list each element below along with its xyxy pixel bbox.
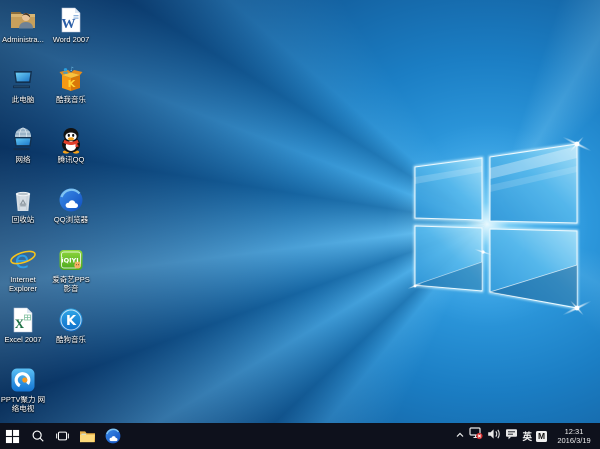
qq-browser-taskbar-button[interactable] [100, 423, 125, 449]
network-alert-tray-button[interactable] [469, 423, 483, 449]
ime-mode-icon: M [536, 431, 547, 442]
volume-tray-button[interactable] [487, 423, 501, 449]
monitor-red-x-icon [469, 427, 483, 445]
icon-label: Word 2007 [53, 35, 90, 44]
desktop-icon-excel-2007[interactable]: X Excel 2007 [0, 304, 46, 364]
desktop-icon-iqiyi-pps[interactable]: iQIYI 爱奇艺PPS 影音 [48, 244, 94, 304]
desktop-icon-network[interactable]: 网络 [0, 124, 46, 184]
svg-text:K: K [66, 314, 77, 329]
qq-browser-icon [104, 427, 122, 445]
svg-text:K: K [68, 79, 77, 90]
svg-text:X: X [15, 316, 25, 331]
icon-label: 酷我音乐 [56, 95, 86, 104]
desktop-icon-pptv[interactable]: PPTV聚力 网络电视 [0, 364, 46, 424]
iqiyi-icon: iQIYI [57, 246, 85, 274]
desktop-icon-qq-browser[interactable]: QQ浏览器 [48, 184, 94, 244]
desktop-icon-word-2007[interactable]: W Word 2007 [48, 4, 94, 64]
icon-label: QQ浏览器 [54, 215, 88, 224]
kugou-icon: K [57, 306, 85, 334]
icon-label: Internet Explorer [0, 275, 46, 293]
ie-icon: e [9, 246, 37, 274]
flare-bottom-right [562, 300, 592, 317]
kuwo-box-icon: K ♪ [57, 66, 85, 94]
folder-icon [79, 429, 96, 444]
search-icon [31, 429, 45, 443]
clock-time: 12:31 [557, 427, 590, 436]
icon-label: Administra... [2, 35, 44, 44]
desktop-icon-internet-explorer[interactable]: e Internet Explorer [0, 244, 46, 304]
qq-penguin-icon [57, 126, 85, 154]
icon-label: 爱奇艺PPS 影音 [48, 275, 94, 293]
svg-text:♪: ♪ [70, 66, 74, 73]
task-view-button[interactable] [50, 423, 75, 449]
pptv-icon [9, 366, 37, 394]
svg-text:e: e [15, 246, 30, 274]
clock-date: 2016/3/19 [557, 436, 590, 445]
flare-top-right [562, 136, 592, 153]
svg-text:W: W [62, 17, 76, 32]
ime-tooltip-tray-button[interactable] [505, 423, 518, 449]
language-indicator[interactable]: 英 [522, 423, 532, 449]
show-hidden-icons-button[interactable] [455, 423, 465, 449]
qq-browser-icon [57, 186, 85, 214]
search-button[interactable] [25, 423, 50, 449]
flare-mid-left [474, 248, 492, 256]
task-view-icon [55, 429, 70, 443]
desktop-icon-recycle-bin[interactable]: 回收站 [0, 184, 46, 244]
message-bubble-icon [505, 427, 518, 445]
start-button[interactable] [0, 423, 25, 449]
desktop-icon-grid: Administra... W Word 2007 [0, 4, 94, 424]
icon-label: PPTV聚力 网络电视 [0, 395, 46, 413]
desktop-icon-kugou-music[interactable]: K 酷狗音乐 [48, 304, 94, 364]
icon-label: 酷狗音乐 [56, 335, 86, 344]
desktop-icon-this-pc[interactable]: 此电脑 [0, 64, 46, 124]
user-folder-icon [9, 6, 37, 34]
clock[interactable]: 12:31 2016/3/19 [551, 423, 597, 449]
icon-label: Excel 2007 [4, 335, 41, 344]
computer-icon [9, 66, 37, 94]
flare-bottom-left [407, 282, 423, 289]
desktop-wallpaper[interactable]: Administra... W Word 2007 [0, 0, 600, 423]
desktop-icon-kuwo-music[interactable]: K ♪ 酷我音乐 [48, 64, 94, 124]
chevron-up-icon [455, 427, 465, 445]
taskbar: 英 M 12:31 2016/3/19 [0, 423, 600, 449]
network-globe-icon [9, 126, 37, 154]
excel-icon: X [9, 306, 37, 334]
desktop-icon-tencent-qq[interactable]: 腾讯QQ [48, 124, 94, 184]
speaker-icon [487, 427, 501, 445]
icon-label: 网络 [16, 155, 31, 164]
desktop-icon-administrator[interactable]: Administra... [0, 4, 46, 64]
ime-mode-button[interactable]: M [536, 423, 547, 449]
icon-label: 回收站 [12, 215, 35, 224]
file-explorer-button[interactable] [75, 423, 100, 449]
recycle-bin-icon [9, 186, 37, 214]
icon-label: 腾讯QQ [58, 155, 85, 164]
system-tray: 英 M 12:31 2016/3/19 [455, 423, 600, 449]
windows-logo-icon [5, 429, 20, 444]
word-icon: W [57, 6, 85, 34]
icon-label: 此电脑 [12, 95, 35, 104]
